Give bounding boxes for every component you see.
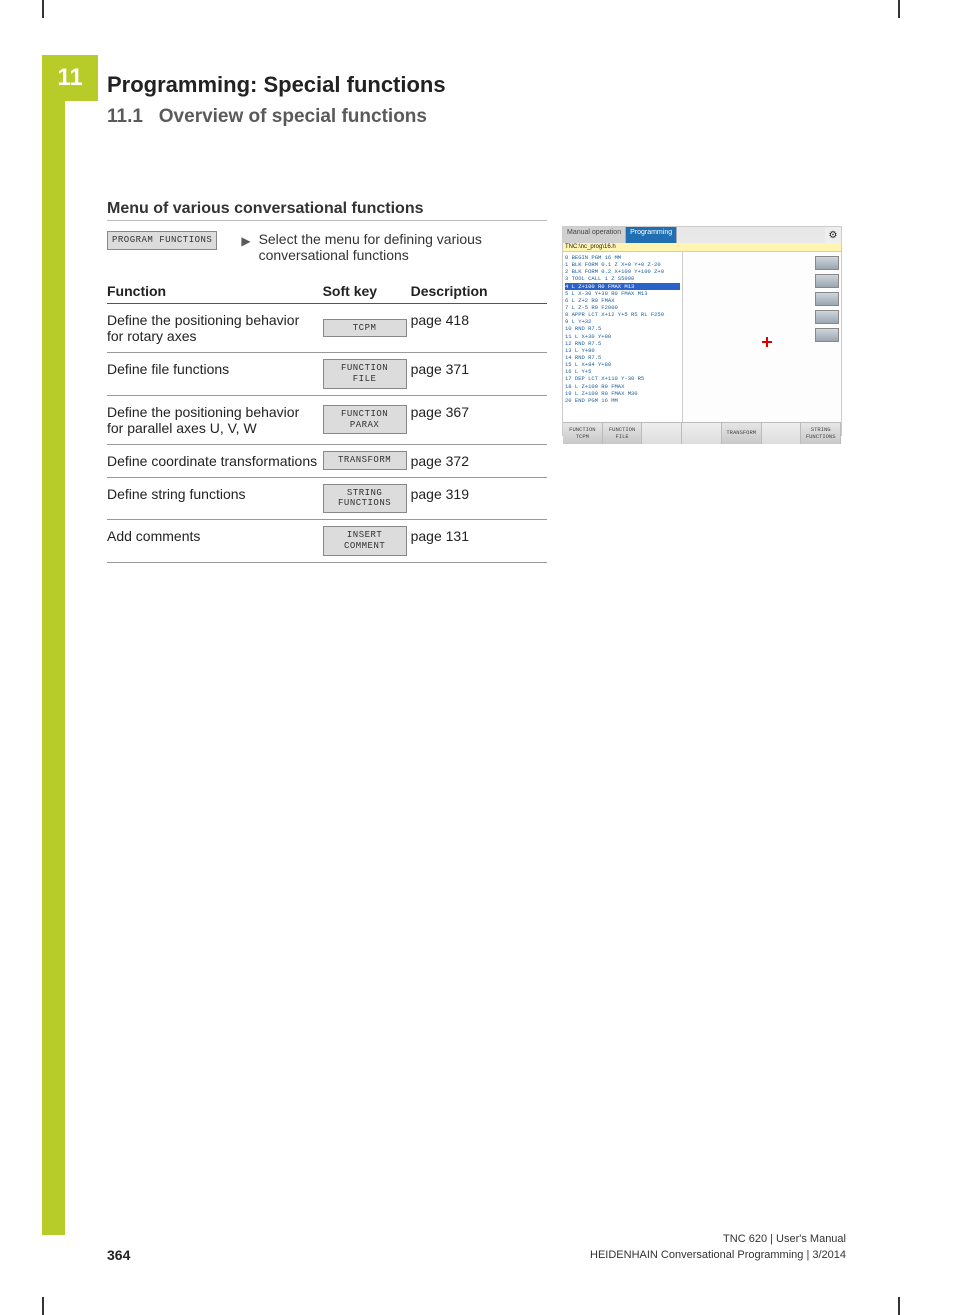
table-row: Add comments INSERT COMMENT page 131 [107,520,547,563]
sc-code-line: 6 L Z+2 R0 FMAX [565,297,680,304]
table-row: Define the positioning behavior for para… [107,395,547,444]
chapter-sidebar [42,55,65,1235]
sc-softkey [642,423,682,444]
sc-code-line: 10 RND R7.5 [565,325,680,332]
softkey-function-parax: FUNCTION PARAX [323,405,407,435]
sc-code-line: 1 BLK FORM 0.1 Z X+0 Y+0 Z-20 [565,261,680,268]
softkey-transform: TRANSFORM [323,451,407,470]
sc-code-line: 17 DEP LCT X+110 Y-30 R5 [565,375,680,382]
sc-code-line: 8 APPR LCT X+12 Y+5 R5 RL F250 [565,311,680,318]
crop-mark [42,1297,44,1315]
cell-description: page 319 [411,477,547,520]
crop-mark [42,0,44,18]
sc-tab-programming: Programming [626,227,677,243]
th-description: Description [411,277,547,304]
cell-function: Define file functions [107,353,323,396]
footer-text: TNC 620 | User's Manual HEIDENHAIN Conve… [590,1232,846,1263]
cell-description: page 367 [411,395,547,444]
cnc-screenshot: Manual operation Programming ⚙ TNC:\nc_p… [562,226,842,436]
crop-mark [898,0,900,18]
functions-table: Function Soft key Description Define the… [107,277,547,563]
cell-description: page 131 [411,520,547,563]
subtitle-number: 11.1 [107,106,143,127]
sc-code-line: 16 L Y+5 [565,368,680,375]
softkey-insert-comment: INSERT COMMENT [323,526,407,556]
subtitle-text: Overview of special functions [159,106,427,127]
arrow-icon: ▶ [241,234,250,263]
sc-code-line: 12 RND R7.5 [565,340,680,347]
sc-graphic-view [683,252,841,422]
sc-code-line: 9 L Y+32 [565,318,680,325]
sc-code-line: 0 BEGIN PGM 16 MM [565,254,680,261]
softkey-program-functions: PROGRAM FUNCTIONS [107,231,217,250]
sc-softkey [682,423,722,444]
cell-description: page 418 [411,304,547,353]
axis-button [815,328,839,342]
sc-code-line: 19 L Z+100 R0 FMAX M30 [565,390,680,397]
table-row: Define string functions STRING FUNCTIONS… [107,477,547,520]
axis-button [815,274,839,288]
th-function: Function [107,277,323,304]
chapter-number-badge: 11 [42,55,98,101]
sc-softkey: STRING FUNCTIONS [801,423,841,444]
cell-function: Add comments [107,520,323,563]
sc-code-line: 2 BLK FORM 0.2 X+100 Y+100 Z+0 [565,268,680,275]
sc-softkey-row: FUNCTION TCPMFUNCTION FILE TRANSFORM STRIN… [563,422,841,444]
th-softkey: Soft key [323,277,411,304]
cell-function: Define string functions [107,477,323,520]
sc-code-line: 13 L Y+80 [565,347,680,354]
sc-tab-manual: Manual operation [563,227,626,243]
cell-description: page 371 [411,353,547,396]
sc-code-line: 3 TOOL CALL 1 Z S5000 [565,275,680,282]
softkey-string-functions: STRING FUNCTIONS [323,484,407,514]
page-number: 364 [107,1247,130,1263]
sc-softkey [762,423,802,444]
axis-button [815,292,839,306]
sc-softkey: TRANSFORM [722,423,762,444]
sc-code-line: 14 RND R7.5 [565,354,680,361]
sc-code-line: 7 L Z-5 R0 F2000 [565,304,680,311]
sc-code-line: 18 L Z+100 R0 FMAX [565,383,680,390]
page-subtitle: 11.1 Overview of special functions [107,106,427,128]
sc-path: TNC:\nc_prog\16.h [563,243,841,252]
intro-text: Select the menu for defining various con… [259,231,547,263]
cell-function: Define the positioning behavior for rota… [107,304,323,353]
sc-softkey: FUNCTION TCPM [563,423,603,444]
sc-code-line: 20 END PGM 16 MM [565,397,680,404]
page-title: Programming: Special functions [107,72,446,98]
softkey-function-file: FUNCTION FILE [323,359,407,389]
sc-code-line: 5 L X-30 Y+30 R0 FMAX M13 [565,290,680,297]
sc-code-line: 4 L Z+100 R0 FMAX M13 [565,283,680,290]
cell-function: Define the positioning behavior for para… [107,395,323,444]
sc-code-line: 15 L X+84 Y+80 [565,361,680,368]
gear-icon: ⚙ [825,227,841,243]
axis-button [815,310,839,324]
crosshair-icon [762,337,772,347]
axis-button [815,256,839,270]
sc-softkey: FUNCTION FILE [603,423,643,444]
sc-code-line: 11 L X+30 Y+80 [565,333,680,340]
table-row: Define the positioning behavior for rota… [107,304,547,353]
cell-function: Define coordinate transformations [107,444,323,477]
table-row: Define coordinate transformations TRANSF… [107,444,547,477]
table-row: Define file functions FUNCTION FILE page… [107,353,547,396]
sc-code-listing: 0 BEGIN PGM 16 MM1 BLK FORM 0.1 Z X+0 Y+… [563,252,683,422]
cell-description: page 372 [411,444,547,477]
softkey-tcpm: TCPM [323,319,407,338]
section-heading: Menu of various conversational functions [107,200,547,221]
crop-mark [898,1297,900,1315]
